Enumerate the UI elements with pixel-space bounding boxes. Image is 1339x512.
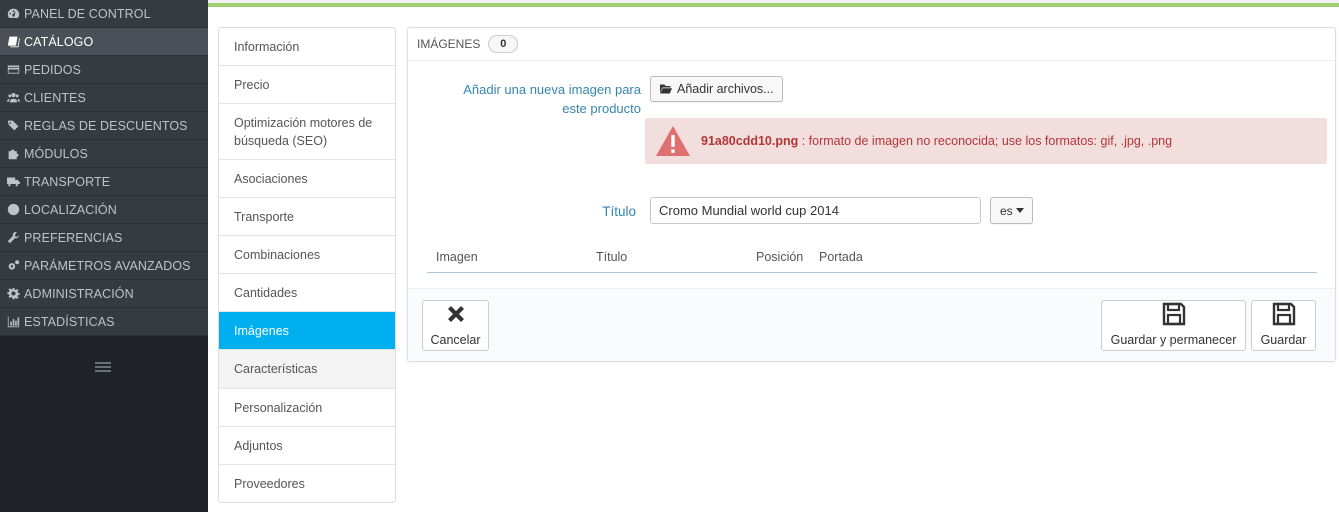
save-label: Guardar — [1260, 333, 1307, 347]
sidebar-collapse-icon[interactable] — [95, 362, 111, 376]
tab-label: Adjuntos — [234, 438, 283, 453]
tab-imagenes[interactable]: Imágenes — [219, 312, 395, 350]
nav-item-label: ESTADÍSTICAS — [24, 314, 115, 329]
column-header-image: Imagen — [436, 250, 478, 264]
product-tabs: Información Precio Optimización motores … — [218, 27, 396, 503]
tab-seo[interactable]: Optimización motores de búsqueda (SEO) — [219, 104, 395, 160]
folder-open-icon — [660, 84, 672, 94]
alert-text: 91a80cdd10.png : formato de imagen no re… — [701, 134, 1172, 148]
nav-item-administracion[interactable]: ADMINISTRACIÓN — [0, 280, 208, 308]
title-input[interactable]: Cromo Mundial world cup 2014 — [650, 197, 981, 224]
book-icon — [6, 35, 21, 49]
tab-label: Personalización — [234, 400, 323, 415]
alert-filename: 91a80cdd10.png — [701, 134, 799, 148]
table-divider — [427, 272, 1317, 273]
tab-combinaciones[interactable]: Combinaciones — [219, 236, 395, 274]
nav-item-label: PANEL DE CONTROL — [24, 6, 151, 21]
nav-item-label: REGLAS DE DESCUENTOS — [24, 118, 188, 133]
tab-label: Optimización motores de búsqueda (SEO) — [234, 115, 373, 148]
truck-icon — [6, 175, 21, 189]
tab-label: Información — [234, 39, 300, 54]
column-header-position: Posición — [756, 250, 804, 264]
save-icon — [1162, 302, 1185, 326]
nav-item-catalogo[interactable]: CATÁLOGO — [0, 28, 208, 56]
wrench-icon — [6, 231, 21, 245]
error-alert: 91a80cdd10.png : formato de imagen no re… — [645, 118, 1327, 164]
tab-adjuntos[interactable]: Adjuntos — [219, 427, 395, 465]
tab-label: Cantidades — [234, 285, 298, 300]
nav-item-clientes[interactable]: CLIENTES — [0, 84, 208, 112]
title-label: Título — [602, 204, 636, 219]
credit-card-icon — [6, 63, 21, 77]
dashboard-icon — [6, 7, 21, 21]
tab-caracteristicas[interactable]: Características — [219, 350, 395, 389]
nav-item-label: PARÁMETROS AVANZADOS — [24, 258, 191, 273]
nav-item-label: PREFERENCIAS — [24, 230, 123, 245]
column-header-title: Título — [596, 250, 628, 264]
panel-title: IMÁGENES — [417, 37, 481, 51]
tab-label: Proveedores — [234, 476, 305, 491]
nav-item-parametros-avanzados[interactable]: PARÁMETROS AVANZADOS — [0, 252, 208, 280]
save-and-stay-label: Guardar y permanecer — [1110, 333, 1237, 347]
cancel-button[interactable]: Cancelar — [422, 300, 489, 351]
tab-personalizacion[interactable]: Personalización — [219, 389, 395, 427]
tab-proveedores[interactable]: Proveedores — [219, 465, 395, 502]
cancel-label: Cancelar — [430, 333, 481, 347]
nav-item-pedidos[interactable]: PEDIDOS — [0, 56, 208, 84]
nav-item-label: MÓDULOS — [24, 146, 88, 161]
image-count-badge: 0 — [488, 35, 519, 53]
sidebar: PANEL DE CONTROL CATÁLOGO PEDIDOS CLIENT… — [0, 0, 208, 512]
tab-label: Asociaciones — [234, 171, 308, 186]
add-files-label: Añadir archivos... — [677, 82, 774, 96]
save-button[interactable]: Guardar — [1251, 300, 1316, 351]
cog-icon — [6, 287, 21, 301]
tab-label: Características — [234, 362, 318, 376]
nav-item-modulos[interactable]: MÓDULOS — [0, 140, 208, 168]
nav-item-label: PEDIDOS — [24, 62, 81, 77]
tab-transporte[interactable]: Transporte — [219, 198, 395, 236]
bar-chart-icon — [6, 315, 21, 329]
tab-label: Precio — [234, 77, 270, 92]
tab-label: Transporte — [234, 209, 294, 224]
tab-label: Combinaciones — [234, 247, 321, 262]
save-icon — [1272, 302, 1295, 326]
nav-item-label: CLIENTES — [24, 90, 86, 105]
tab-label: Imágenes — [234, 323, 289, 338]
caret-down-icon — [1015, 208, 1024, 213]
close-icon — [447, 306, 464, 322]
tab-informacion[interactable]: Información — [219, 28, 395, 66]
cogs-icon — [6, 259, 21, 273]
column-header-cover: Portada — [819, 250, 863, 264]
alert-message: : formato de imagen no reconocida; use l… — [798, 134, 1173, 148]
nav-item-preferencias[interactable]: PREFERENCIAS — [0, 224, 208, 252]
puzzle-icon — [6, 147, 21, 161]
images-panel: IMÁGENES 0 Añadir una nueva imagen para … — [407, 27, 1336, 362]
nav-item-label: LOCALIZACIÓN — [24, 202, 117, 217]
tab-asociaciones[interactable]: Asociaciones — [219, 160, 395, 198]
nav-item-localizacion[interactable]: LOCALIZACIÓN — [0, 196, 208, 224]
save-and-stay-button[interactable]: Guardar y permanecer — [1101, 300, 1246, 351]
tags-icon — [6, 119, 21, 133]
add-image-label: Añadir una nueva imagen para este produc… — [463, 82, 641, 116]
nav-item-reglas-de-descuentos[interactable]: REGLAS DE DESCUENTOS — [0, 112, 208, 140]
add-files-button[interactable]: Añadir archivos... — [650, 76, 783, 102]
tab-precio[interactable]: Precio — [219, 66, 395, 104]
tab-cantidades[interactable]: Cantidades — [219, 274, 395, 312]
panel-footer: Cancelar Guardar y permanecer Guardar — [408, 288, 1335, 361]
nav-item-transporte[interactable]: TRANSPORTE — [0, 168, 208, 196]
header-accent-bar — [208, 0, 1339, 7]
nav-item-label: CATÁLOGO — [24, 34, 94, 49]
nav-item-estadisticas[interactable]: ESTADÍSTICAS — [0, 308, 208, 336]
panel-heading: IMÁGENES 0 — [408, 28, 1335, 61]
warning-icon — [656, 126, 690, 156]
nav-item-label: TRANSPORTE — [24, 174, 111, 189]
globe-icon — [6, 203, 21, 217]
nav-item-label: ADMINISTRACIÓN — [24, 286, 134, 301]
users-icon — [6, 91, 21, 105]
language-select[interactable]: es — [990, 197, 1033, 224]
language-label: es — [1000, 203, 1013, 218]
nav-item-panel-de-control[interactable]: PANEL DE CONTROL — [0, 0, 208, 28]
